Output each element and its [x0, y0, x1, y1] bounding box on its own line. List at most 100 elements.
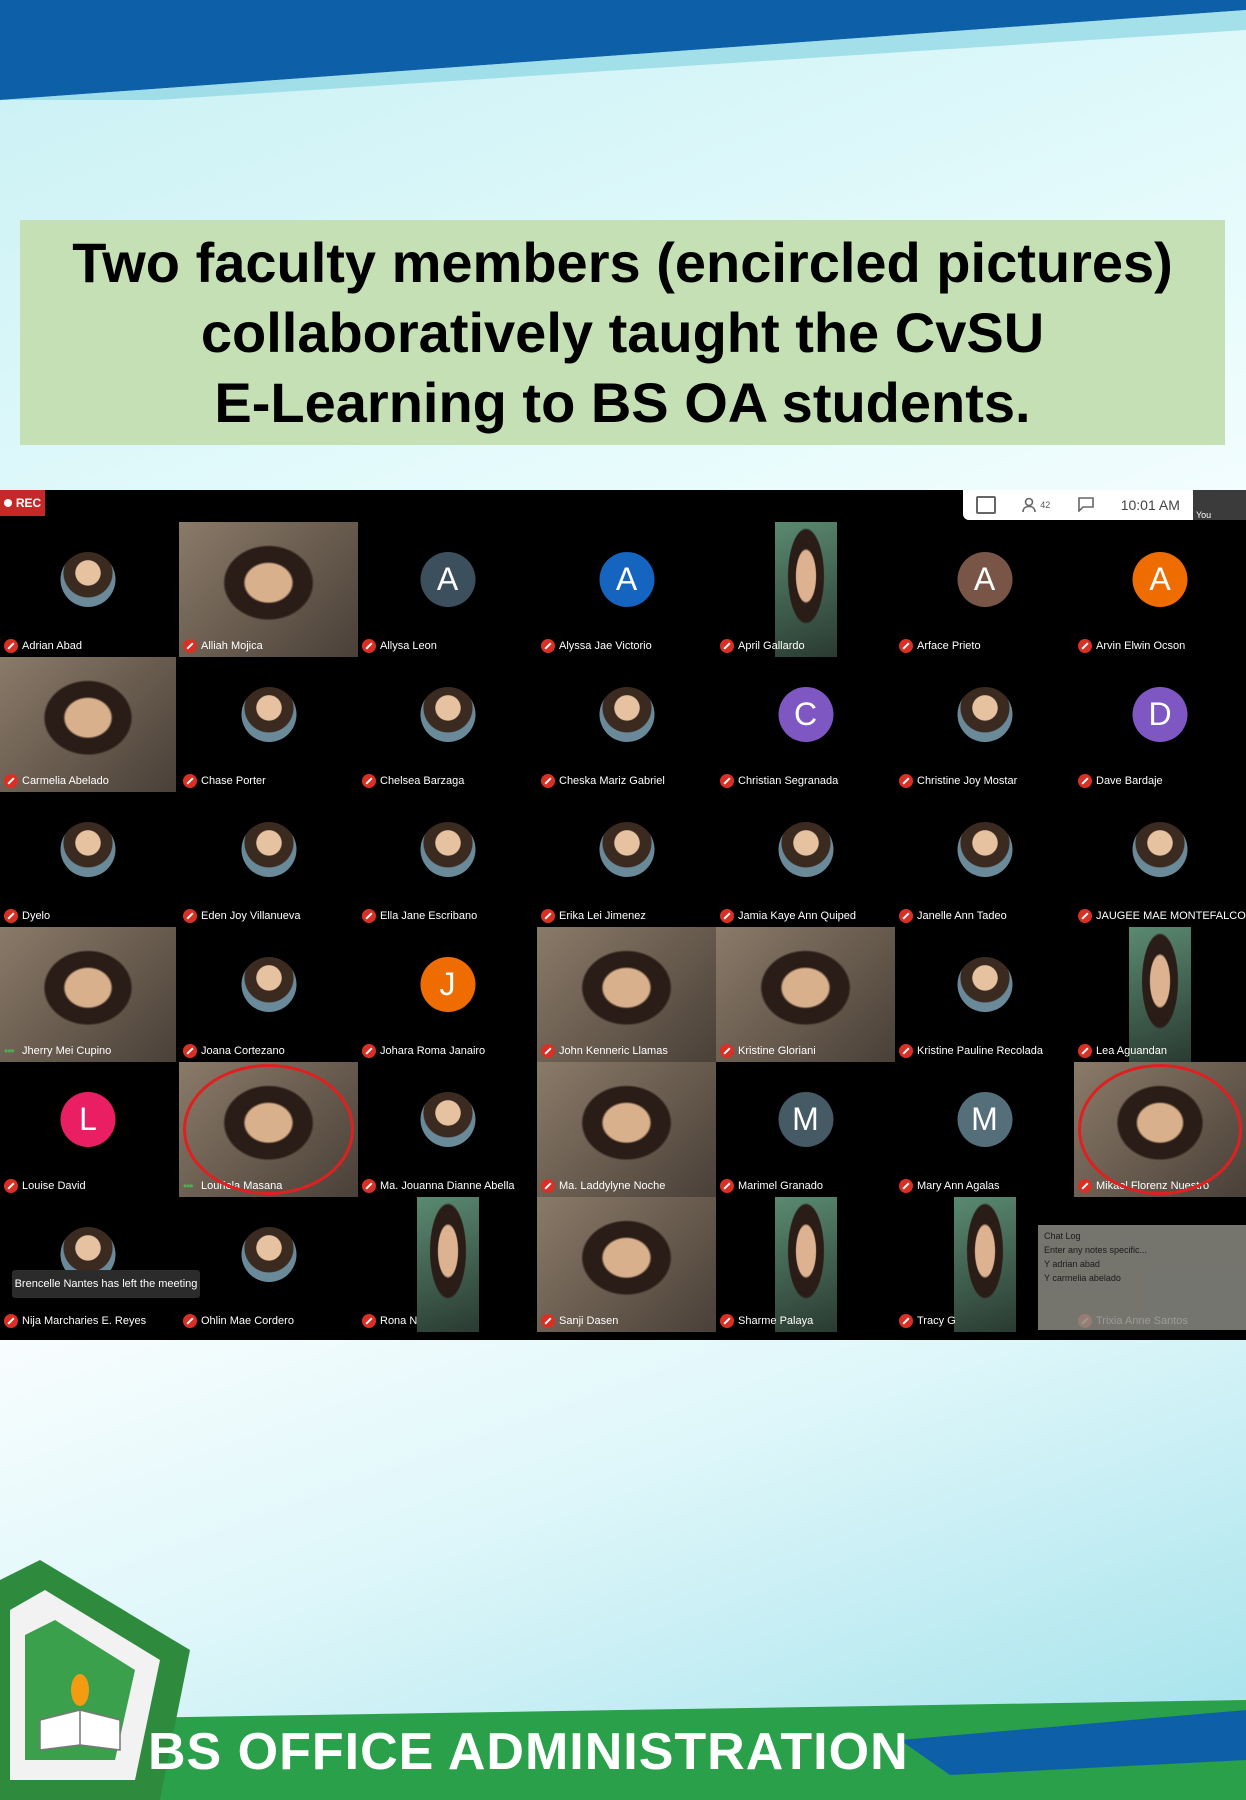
participant-tile[interactable]: Sharme Palaya — [716, 1197, 895, 1332]
participant-tile[interactable]: Chase Porter — [179, 657, 358, 792]
participant-name: Alliah Mojica — [201, 640, 263, 652]
participant-name: Marimel Granado — [738, 1180, 823, 1192]
mic-muted-icon — [899, 774, 913, 788]
grid-layout-icon[interactable] — [976, 496, 997, 514]
slide-title-box: Two faculty members (encircled pictures)… — [20, 220, 1225, 445]
self-view-thumbnail[interactable]: You — [1193, 490, 1246, 520]
participant-tile[interactable]: Nija Marcharies E. Reyes — [0, 1197, 176, 1332]
participant-label: Chelsea Barzaga — [362, 774, 464, 788]
participant-tile[interactable]: M Marimel Granado — [716, 1062, 895, 1197]
participant-tile[interactable]: J Johara Roma Janairo — [358, 927, 537, 1062]
chat-overlay[interactable]: Chat Log Enter any notes specific... Y a… — [1038, 1225, 1246, 1330]
participant-tile[interactable]: Kristine Gloriani — [716, 927, 895, 1062]
slide-title-line-3: E-Learning to BS OA students. — [214, 370, 1031, 434]
participant-name: Kristine Pauline Recolada — [917, 1045, 1043, 1057]
participant-label: Christine Joy Mostar — [899, 774, 1017, 788]
participant-name: Jamia Kaye Ann Quiped — [738, 910, 857, 922]
participant-tile[interactable]: M Mary Ann Agalas — [895, 1062, 1074, 1197]
mic-muted-icon — [183, 774, 197, 788]
slide-title-line-1: Two faculty members (encircled pictures) — [72, 230, 1173, 294]
speaking-indicator-icon: ••• — [183, 1179, 194, 1193]
participant-name: Chelsea Barzaga — [380, 775, 465, 787]
participant-name: Sharme Palaya — [738, 1315, 814, 1327]
participant-tile[interactable]: Rona N — [358, 1197, 537, 1332]
participant-tile[interactable]: Janelle Ann Tadeo — [895, 792, 1074, 927]
participant-tile[interactable]: Mikael Florenz Nuestro — [1074, 1062, 1246, 1197]
participant-avatar: A — [420, 552, 475, 607]
participant-video — [716, 927, 895, 1062]
faculty-highlight-circle — [1078, 1064, 1242, 1195]
participant-label: Jamia Kaye Ann Quiped — [720, 909, 856, 923]
participant-tile[interactable]: A Alyssa Jae Victorio — [537, 522, 716, 657]
participant-tile[interactable]: Carmelia Abelado — [0, 657, 176, 792]
chat-input[interactable]: Enter any notes specific... — [1044, 1245, 1240, 1255]
participant-tile[interactable]: Kristine Pauline Recolada — [895, 927, 1074, 1062]
participant-avatar — [957, 687, 1012, 742]
participant-avatar — [778, 822, 833, 877]
participant-name: Alyssa Jae Victorio — [559, 640, 652, 652]
participant-tile[interactable]: Ella Jane Escribano — [358, 792, 537, 927]
chat-line-2: Y carmelia abelado — [1044, 1273, 1121, 1283]
mic-muted-icon — [541, 639, 555, 653]
participant-label: Carmelia Abelado — [4, 774, 109, 788]
participant-name: Ella Jane Escribano — [380, 910, 478, 922]
participant-tile[interactable]: Christine Joy Mostar — [895, 657, 1074, 792]
participant-label: Alliah Mojica — [183, 639, 263, 653]
participant-avatar — [241, 1227, 296, 1282]
participant-tile[interactable]: A Allysa Leon — [358, 522, 537, 657]
mic-muted-icon — [4, 1179, 18, 1193]
meeting-screenshot: REC 42 10:01 AM You Adrian Abad Alliah Mo… — [0, 490, 1246, 1340]
mic-muted-icon — [362, 1179, 376, 1193]
people-icon[interactable]: 42 — [1022, 497, 1050, 513]
participant-video — [179, 522, 358, 657]
mic-muted-icon — [899, 1179, 913, 1193]
participant-tile[interactable]: A Arface Prieto — [895, 522, 1074, 657]
participant-tile[interactable]: L Louise David — [0, 1062, 176, 1197]
participant-tile[interactable]: ••• Jherry Mei Cupino — [0, 927, 176, 1062]
participant-tile[interactable]: Cheska Mariz Gabriel — [537, 657, 716, 792]
mic-muted-icon — [899, 909, 913, 923]
participant-tile[interactable]: Jamia Kaye Ann Quiped — [716, 792, 895, 927]
participant-avatar — [599, 687, 654, 742]
mic-muted-icon — [183, 1044, 197, 1058]
participant-tile[interactable]: ••• Louriela Masana — [179, 1062, 358, 1197]
participant-tile[interactable]: John Kenneric Llamas — [537, 927, 716, 1062]
participant-tile[interactable]: Eden Joy Villanueva — [179, 792, 358, 927]
chat-icon[interactable] — [1077, 496, 1095, 515]
participant-label: Janelle Ann Tadeo — [899, 909, 1007, 923]
mic-muted-icon — [4, 1314, 18, 1328]
participant-name: Kristine Gloriani — [738, 1045, 816, 1057]
mic-muted-icon — [541, 774, 555, 788]
participant-tile[interactable]: Ohlin Mae Cordero — [179, 1197, 358, 1332]
participant-tile[interactable]: Alliah Mojica — [179, 522, 358, 657]
mic-muted-icon — [899, 639, 913, 653]
participant-tile[interactable]: Sanji Dasen — [537, 1197, 716, 1332]
participant-tile[interactable]: Ma. Jouanna Dianne Abella — [358, 1062, 537, 1197]
participant-tile[interactable]: Ma. Laddylyne Noche — [537, 1062, 716, 1197]
participant-name: Dyelo — [22, 910, 51, 922]
participant-tile[interactable]: A Arvin Elwin Ocson — [1074, 522, 1246, 657]
participant-name: Dave Bardaje — [1096, 775, 1163, 787]
participant-tile[interactable]: Chelsea Barzaga — [358, 657, 537, 792]
participant-label: Louise David — [4, 1179, 86, 1193]
mic-muted-icon — [1078, 774, 1092, 788]
participant-label: Marimel Granado — [720, 1179, 823, 1193]
mic-muted-icon — [4, 639, 18, 653]
participant-tile[interactable]: Adrian Abad — [0, 522, 176, 657]
participant-tile[interactable]: D Dave Bardaje — [1074, 657, 1246, 792]
participant-tile[interactable]: Joana Cortezano — [179, 927, 358, 1062]
participant-tile[interactable]: C Christian Segranada — [716, 657, 895, 792]
participant-video — [537, 1197, 716, 1332]
participant-tile[interactable]: JAUGEE MAE MONTEFALCO — [1074, 792, 1246, 927]
participant-name: Rona N — [380, 1315, 418, 1327]
mic-muted-icon — [720, 1314, 734, 1328]
mic-muted-icon — [4, 909, 18, 923]
participant-name: Ma. Laddylyne Noche — [559, 1180, 666, 1192]
participant-name: Arface Prieto — [917, 640, 981, 652]
mic-muted-icon — [362, 774, 376, 788]
participant-label: Sanji Dasen — [541, 1314, 618, 1328]
participant-tile[interactable]: Dyelo — [0, 792, 176, 927]
participant-tile[interactable]: Lea Aguandan — [1074, 927, 1246, 1062]
participant-tile[interactable]: Erika Lei Jimenez — [537, 792, 716, 927]
participant-tile[interactable]: April Gallardo — [716, 522, 895, 657]
